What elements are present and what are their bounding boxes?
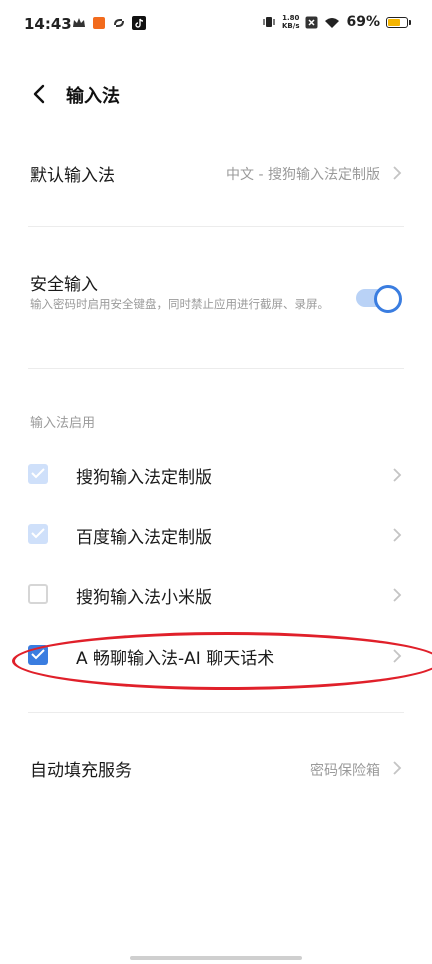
- battery-percent: 69%: [346, 14, 380, 30]
- secure-input-row: 安全输入 输入密码时启用安全键盘，同时禁止应用进行截屏、录屏。: [0, 258, 432, 348]
- wifi-icon: [325, 17, 340, 28]
- ime-item-baidu-custom[interactable]: 百度输入法定制版: [0, 509, 432, 561]
- chevron-right-icon: [393, 166, 402, 180]
- status-bar: 14:43 1.80 KB/s 69%: [0, 0, 432, 50]
- chevron-right-icon: [393, 468, 402, 482]
- tiktok-icon: [132, 16, 146, 30]
- chevron-right-icon: [393, 649, 402, 663]
- default-ime-label: 默认输入法: [30, 166, 115, 186]
- divider: [28, 368, 404, 369]
- check-icon: [31, 528, 45, 539]
- chevron-right-icon: [393, 528, 402, 542]
- default-ime-row[interactable]: 默认输入法 中文 - 搜狗输入法定制版: [0, 145, 432, 201]
- net-speed-value: 1.80: [282, 14, 300, 22]
- ime-item-label: 搜狗输入法小米版: [76, 588, 212, 608]
- divider: [28, 712, 404, 713]
- ime-item-label: 搜狗输入法定制版: [76, 468, 212, 488]
- checkbox[interactable]: [28, 464, 48, 484]
- secure-input-description: 输入密码时启用安全键盘，同时禁止应用进行截屏、录屏。: [30, 297, 329, 311]
- page-title: 输入法: [66, 86, 120, 107]
- notification-icons: [72, 16, 146, 30]
- autofill-label: 自动填充服务: [30, 761, 132, 781]
- back-arrow-icon[interactable]: [28, 82, 52, 106]
- app-badge-icon: [93, 17, 105, 29]
- checkbox[interactable]: [28, 524, 48, 544]
- autofill-service-row[interactable]: 自动填充服务 密码保险箱: [0, 742, 432, 794]
- ime-item-sogou-custom[interactable]: 搜狗输入法定制版: [0, 449, 432, 501]
- status-time: 14:43: [24, 15, 72, 33]
- page-header: 输入法: [0, 70, 432, 120]
- net-speed-unit: KB/s: [282, 22, 300, 30]
- ime-item-label: 百度输入法定制版: [76, 528, 212, 548]
- link-app-icon: [114, 19, 124, 27]
- divider: [28, 226, 404, 227]
- checkbox[interactable]: [28, 584, 48, 604]
- ime-item-sogou-xiaomi[interactable]: 搜狗输入法小米版: [0, 569, 432, 621]
- home-indicator[interactable]: [130, 956, 302, 960]
- battery-icon: [386, 16, 411, 28]
- chevron-right-icon: [393, 761, 402, 775]
- secure-input-toggle[interactable]: [356, 285, 402, 313]
- ime-item-changliao[interactable]: A 畅聊输入法-AI 聊天话术: [0, 630, 432, 682]
- crown-icon: [73, 18, 85, 27]
- chevron-right-icon: [393, 588, 402, 602]
- checkbox[interactable]: [28, 645, 48, 665]
- network-speed: 1.80 KB/s: [282, 14, 299, 30]
- ime-item-label: A 畅聊输入法-AI 聊天话术: [76, 649, 275, 669]
- check-icon: [31, 468, 45, 479]
- secure-input-label: 安全输入: [30, 275, 98, 295]
- default-ime-value: 中文 - 搜狗输入法定制版: [226, 167, 380, 183]
- section-label-ime-enable: 输入法启用: [30, 416, 96, 431]
- toggle-knob: [374, 285, 402, 313]
- status-right: 1.80 KB/s 69%: [262, 14, 411, 30]
- check-icon: [31, 649, 45, 660]
- no-sim-icon: [305, 16, 318, 28]
- autofill-value: 密码保险箱: [310, 763, 380, 779]
- vibrate-icon: [263, 17, 275, 27]
